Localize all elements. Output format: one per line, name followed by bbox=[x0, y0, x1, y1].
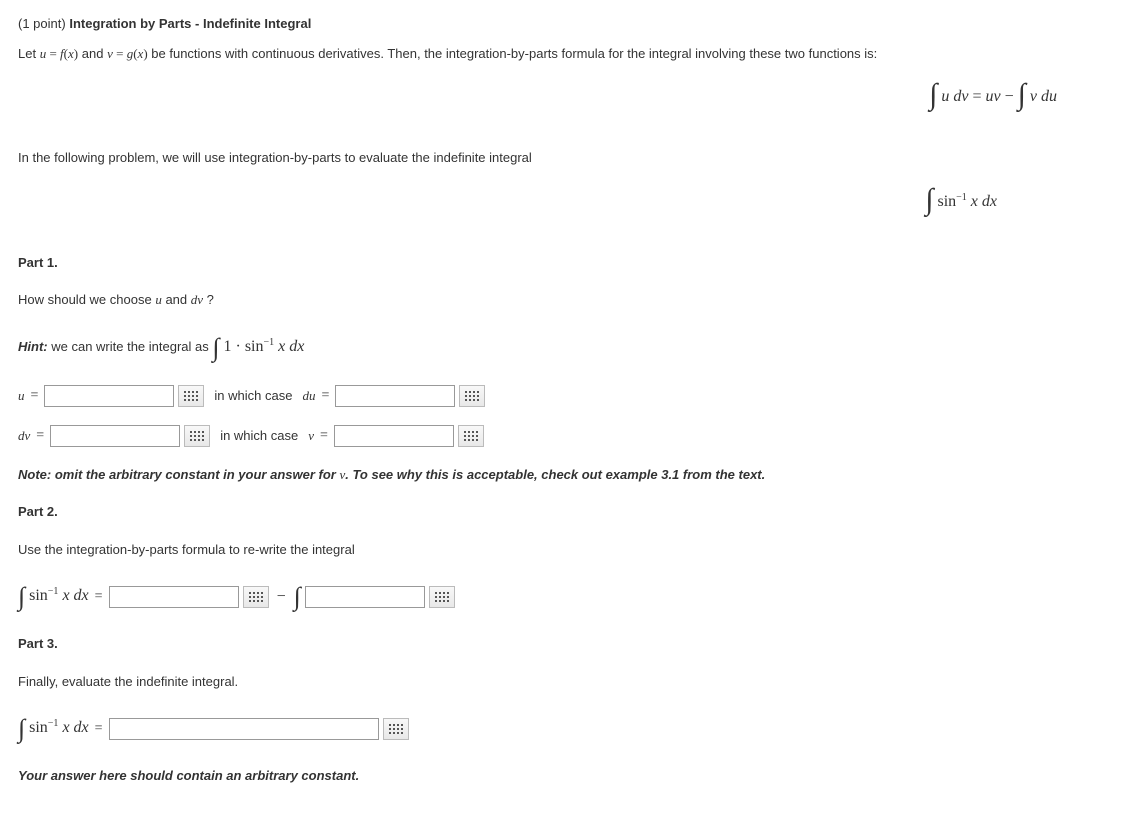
u-row: u = in which case du = bbox=[18, 385, 1117, 407]
problem-title: Integration by Parts - Indefinite Integr… bbox=[69, 16, 311, 31]
part2-title: Part 2. bbox=[18, 502, 1117, 522]
du-input[interactable] bbox=[335, 385, 455, 407]
math-x: x bbox=[971, 193, 978, 210]
v-label: v bbox=[308, 426, 314, 446]
part1-q-end: ? bbox=[207, 292, 214, 307]
u-label: u bbox=[18, 386, 25, 406]
part1-q-and: and bbox=[165, 292, 190, 307]
part2-row: ∫ sin−1 x dx = − ∫ bbox=[18, 577, 1117, 616]
math-dx: dx bbox=[285, 338, 304, 355]
dv-input[interactable] bbox=[50, 425, 180, 447]
math-sin: sin bbox=[29, 587, 48, 604]
math-udv: u dv bbox=[941, 88, 968, 105]
math-neg1: −1 bbox=[264, 336, 275, 347]
part3-row: ∫ sin−1 x dx = bbox=[18, 709, 1117, 748]
math-vdu: v du bbox=[1030, 88, 1057, 105]
math-sin: sin bbox=[937, 193, 956, 210]
part3-question: Finally, evaluate the indefinite integra… bbox=[18, 672, 1117, 692]
part1-q-text: How should we choose bbox=[18, 292, 155, 307]
points-label: (1 point) bbox=[18, 16, 66, 31]
integrand-input[interactable] bbox=[305, 586, 425, 608]
note-b: . To see why this is acceptable, check o… bbox=[345, 467, 765, 482]
hint-text: we can write the integral as bbox=[51, 338, 212, 353]
intro-text: and bbox=[82, 46, 107, 61]
math-neg1: −1 bbox=[956, 191, 967, 202]
ibp-formula: ∫ u dv = uv − ∫ v du bbox=[18, 75, 1117, 120]
final-answer-input[interactable] bbox=[109, 718, 379, 740]
intro-text: be functions with continuous derivatives… bbox=[151, 46, 877, 61]
math-uv: uv bbox=[986, 88, 1001, 105]
math-v-eq-gx: v = g(x) bbox=[107, 46, 148, 61]
math-x: x bbox=[274, 338, 285, 355]
math-neg1: −1 bbox=[48, 586, 59, 597]
keypad-icon[interactable] bbox=[178, 385, 204, 407]
math-neg1: −1 bbox=[48, 718, 59, 729]
part1-question: How should we choose u and dv ? bbox=[18, 290, 1117, 310]
part3-title: Part 3. bbox=[18, 634, 1117, 654]
math-one: 1 · bbox=[224, 338, 245, 355]
part2-question: Use the integration-by-parts formula to … bbox=[18, 540, 1117, 560]
math-minus: − bbox=[1005, 88, 1018, 105]
keypad-icon[interactable] bbox=[243, 586, 269, 608]
v-input[interactable] bbox=[334, 425, 454, 447]
v-text: in which case bbox=[214, 426, 304, 446]
math-dx: dx bbox=[70, 587, 89, 604]
dv-label: dv bbox=[18, 426, 30, 446]
minus-sign: − bbox=[273, 585, 290, 609]
math-x: x bbox=[58, 587, 69, 604]
keypad-icon[interactable] bbox=[429, 586, 455, 608]
target-integral: ∫ sin−1 x dx bbox=[18, 180, 1117, 225]
keypad-icon[interactable] bbox=[459, 385, 485, 407]
problem-header: (1 point) Integration by Parts - Indefin… bbox=[18, 14, 1117, 34]
uv-input[interactable] bbox=[109, 586, 239, 608]
du-text: in which case bbox=[208, 386, 298, 406]
keypad-icon[interactable] bbox=[458, 425, 484, 447]
intro-p2: In the following problem, we will use in… bbox=[18, 148, 1117, 168]
math-u: u bbox=[155, 292, 162, 307]
note-a: Note: omit the arbitrary constant in you… bbox=[18, 467, 339, 482]
math-sin: sin bbox=[245, 338, 264, 355]
du-label: du bbox=[302, 386, 315, 406]
u-input[interactable] bbox=[44, 385, 174, 407]
intro-paragraph: Let u = f(x) and v = g(x) be functions w… bbox=[18, 44, 1117, 64]
part1-hint: Hint: we can write the integral as ∫ 1 ·… bbox=[18, 328, 1117, 367]
keypad-icon[interactable] bbox=[184, 425, 210, 447]
part3-note: Your answer here should contain an arbit… bbox=[18, 766, 1117, 786]
math-dv: dv bbox=[191, 292, 203, 307]
math-u-eq-fx: u = f(x) bbox=[40, 46, 78, 61]
math-sin: sin bbox=[29, 719, 48, 736]
dv-row: dv = in which case v = bbox=[18, 425, 1117, 447]
math-dx: dx bbox=[982, 193, 997, 210]
hint-label: Hint: bbox=[18, 338, 48, 353]
math-eq: = bbox=[973, 88, 986, 105]
intro-text: Let bbox=[18, 46, 40, 61]
math-dx: dx bbox=[70, 719, 89, 736]
part1-title: Part 1. bbox=[18, 253, 1117, 273]
keypad-icon[interactable] bbox=[383, 718, 409, 740]
part1-note: Note: omit the arbitrary constant in you… bbox=[18, 465, 1117, 485]
math-x: x bbox=[58, 719, 69, 736]
